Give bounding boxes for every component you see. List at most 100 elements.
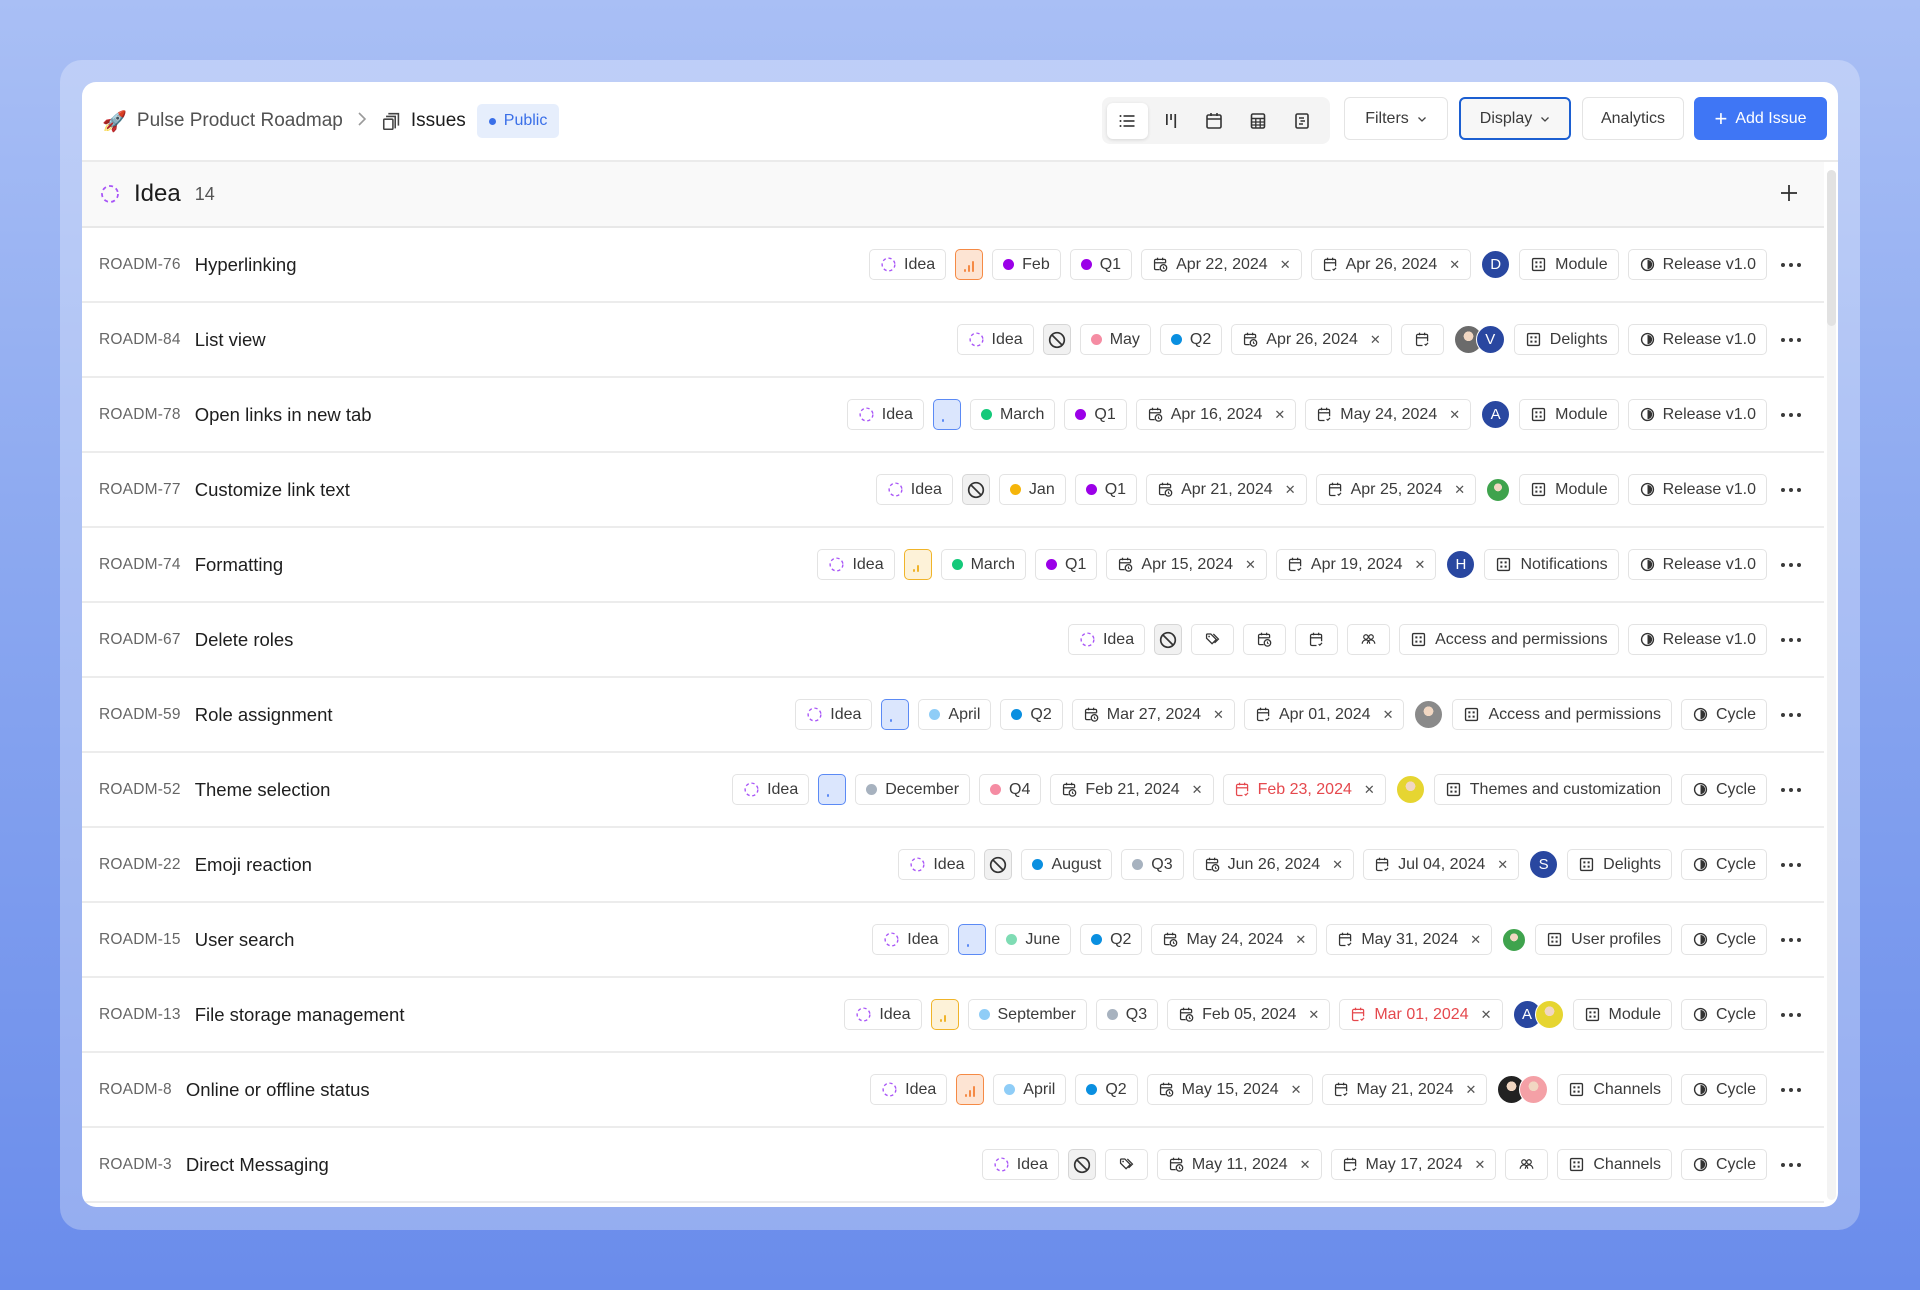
more-options-icon[interactable] — [1781, 780, 1801, 800]
clear-start-date-icon[interactable]: ✕ — [1332, 857, 1343, 873]
filters-button[interactable]: Filters — [1344, 97, 1448, 140]
label-chip[interactable]: Jan — [998, 474, 1066, 505]
start-date-chip[interactable]: Apr 26, 2024 ✕ — [1231, 324, 1392, 355]
clear-due-date-icon[interactable]: ✕ — [1481, 1007, 1492, 1023]
state-dropdown[interactable]: Idea — [870, 1074, 948, 1105]
module-chip[interactable]: Delights — [1567, 849, 1672, 880]
issue-row[interactable]: ROADM-74 Formatting Idea March Q1 Apr 15, 202… — [82, 528, 1824, 603]
cycle-chip[interactable]: Cycle — [1680, 924, 1767, 955]
label-chip[interactable]: Q1 — [1074, 474, 1138, 505]
issue-row[interactable]: ROADM-13 File storage management Idea Septe… — [82, 978, 1824, 1053]
clear-start-date-icon[interactable]: ✕ — [1280, 257, 1291, 273]
clear-due-date-icon[interactable]: ✕ — [1474, 1157, 1485, 1173]
clear-due-date-icon[interactable]: ✕ — [1497, 857, 1508, 873]
issue-title[interactable]: File storage management — [195, 1004, 405, 1026]
more-options-icon[interactable] — [1781, 405, 1801, 425]
label-chip[interactable]: December — [855, 774, 971, 805]
issue-title[interactable]: Hyperlinking — [195, 254, 297, 276]
layout-list-button[interactable] — [1107, 102, 1148, 139]
priority-none-button[interactable] — [1154, 624, 1183, 655]
more-options-icon[interactable] — [1781, 255, 1801, 275]
add-label-button[interactable] — [1191, 624, 1235, 655]
priority-low-button[interactable] — [818, 774, 847, 805]
label-chip[interactable]: March — [969, 399, 1056, 430]
label-chip[interactable]: Q3 — [1121, 849, 1184, 880]
issue-title[interactable]: Direct Messaging — [186, 1154, 329, 1176]
assignees[interactable]: A — [1512, 1000, 1564, 1029]
layout-calendar-button[interactable] — [1194, 103, 1235, 139]
assignees[interactable] — [1414, 700, 1444, 729]
assignees[interactable]: D — [1481, 250, 1511, 279]
label-chip[interactable]: August — [1021, 849, 1113, 880]
clear-due-date-icon[interactable]: ✕ — [1449, 257, 1460, 273]
priority-none-button[interactable] — [1042, 324, 1071, 355]
more-options-icon[interactable] — [1781, 930, 1801, 950]
module-chip[interactable]: Channels — [1557, 1149, 1672, 1180]
issue-title[interactable]: Delete roles — [195, 629, 294, 651]
assignees[interactable]: A — [1481, 400, 1511, 429]
assignees[interactable] — [1497, 1075, 1549, 1104]
state-dropdown[interactable]: Idea — [956, 324, 1034, 355]
issue-row[interactable]: ROADM-15 User search Idea June Q2 May 24, 202… — [82, 903, 1824, 978]
issue-title[interactable]: Role assignment — [195, 704, 333, 726]
more-options-icon[interactable] — [1781, 480, 1801, 500]
label-chip[interactable]: Q2 — [1000, 699, 1063, 730]
layout-spreadsheet-button[interactable] — [1238, 103, 1279, 139]
state-dropdown[interactable]: Idea — [875, 474, 953, 505]
cycle-chip[interactable]: Cycle — [1680, 999, 1767, 1030]
cycle-chip[interactable]: Cycle — [1680, 1149, 1767, 1180]
priority-low-button[interactable] — [881, 699, 910, 730]
start-date-chip[interactable]: May 15, 2024 ✕ — [1146, 1074, 1313, 1105]
priority-low-button[interactable] — [932, 399, 961, 430]
due-date-button[interactable] — [1295, 624, 1339, 655]
clear-due-date-icon[interactable]: ✕ — [1415, 557, 1426, 573]
issue-row[interactable]: ROADM-77 Customize link text Idea Jan Q1 Apr … — [82, 453, 1824, 528]
due-date-chip[interactable]: Apr 25, 2024 ✕ — [1315, 474, 1477, 505]
due-date-chip[interactable]: May 17, 2024 ✕ — [1330, 1149, 1497, 1180]
clear-start-date-icon[interactable]: ✕ — [1370, 332, 1381, 348]
analytics-button[interactable]: Analytics — [1582, 97, 1684, 140]
clear-start-date-icon[interactable]: ✕ — [1245, 557, 1256, 573]
due-date-chip[interactable]: Mar 01, 2024 ✕ — [1339, 999, 1503, 1030]
state-dropdown[interactable]: Idea — [732, 774, 810, 805]
state-dropdown[interactable]: Idea — [795, 699, 873, 730]
cycle-chip[interactable]: Release v1.0 — [1627, 249, 1767, 280]
label-chip[interactable]: Q1 — [1064, 399, 1127, 430]
due-date-chip[interactable]: Jul 04, 2024 ✕ — [1363, 849, 1520, 880]
label-chip[interactable]: Q2 — [1080, 924, 1143, 955]
clear-due-date-icon[interactable]: ✕ — [1449, 407, 1460, 423]
clear-start-date-icon[interactable]: ✕ — [1300, 1157, 1311, 1173]
assignees[interactable]: H — [1446, 550, 1476, 579]
assignees[interactable]: V — [1453, 325, 1505, 354]
issue-row[interactable]: ROADM-59 Role assignment Idea April Q2 Mar 27… — [82, 678, 1824, 753]
label-chip[interactable]: Feb — [992, 249, 1061, 280]
more-options-icon[interactable] — [1781, 855, 1801, 875]
state-dropdown[interactable]: Idea — [898, 849, 976, 880]
clear-start-date-icon[interactable]: ✕ — [1295, 932, 1306, 948]
priority-medium-button[interactable] — [903, 549, 932, 580]
issue-row[interactable]: ROADM-8 Online or offline status Idea April… — [82, 1053, 1824, 1128]
assignees[interactable] — [1395, 775, 1425, 804]
scrollbar[interactable] — [1827, 170, 1836, 1200]
clear-start-date-icon[interactable]: ✕ — [1291, 1082, 1302, 1098]
start-date-chip[interactable]: Apr 15, 2024 ✕ — [1106, 549, 1267, 580]
module-chip[interactable]: Module — [1519, 399, 1619, 430]
start-date-chip[interactable]: Mar 27, 2024 ✕ — [1071, 699, 1235, 730]
more-options-icon[interactable] — [1781, 1080, 1801, 1100]
label-chip[interactable]: June — [995, 924, 1072, 955]
cycle-chip[interactable]: Release v1.0 — [1627, 624, 1767, 655]
cycle-chip[interactable]: Release v1.0 — [1627, 474, 1767, 505]
due-date-chip[interactable]: May 24, 2024 ✕ — [1305, 399, 1472, 430]
due-date-chip[interactable]: Apr 01, 2024 ✕ — [1243, 699, 1405, 730]
label-chip[interactable]: Q3 — [1095, 999, 1159, 1030]
start-date-chip[interactable]: May 11, 2024 ✕ — [1156, 1149, 1322, 1180]
label-chip[interactable]: Q4 — [979, 774, 1042, 805]
issue-row[interactable]: ROADM-76 Hyperlinking Idea Feb Q1 Apr 22, 202… — [82, 228, 1824, 303]
cycle-chip[interactable]: Release v1.0 — [1627, 399, 1767, 430]
label-chip[interactable]: Q1 — [1069, 249, 1133, 280]
cycle-chip[interactable]: Release v1.0 — [1627, 549, 1767, 580]
clear-due-date-icon[interactable]: ✕ — [1454, 482, 1465, 498]
module-chip[interactable]: Notifications — [1484, 549, 1619, 580]
issue-title[interactable]: Theme selection — [195, 779, 331, 801]
cycle-chip[interactable]: Release v1.0 — [1627, 324, 1767, 355]
